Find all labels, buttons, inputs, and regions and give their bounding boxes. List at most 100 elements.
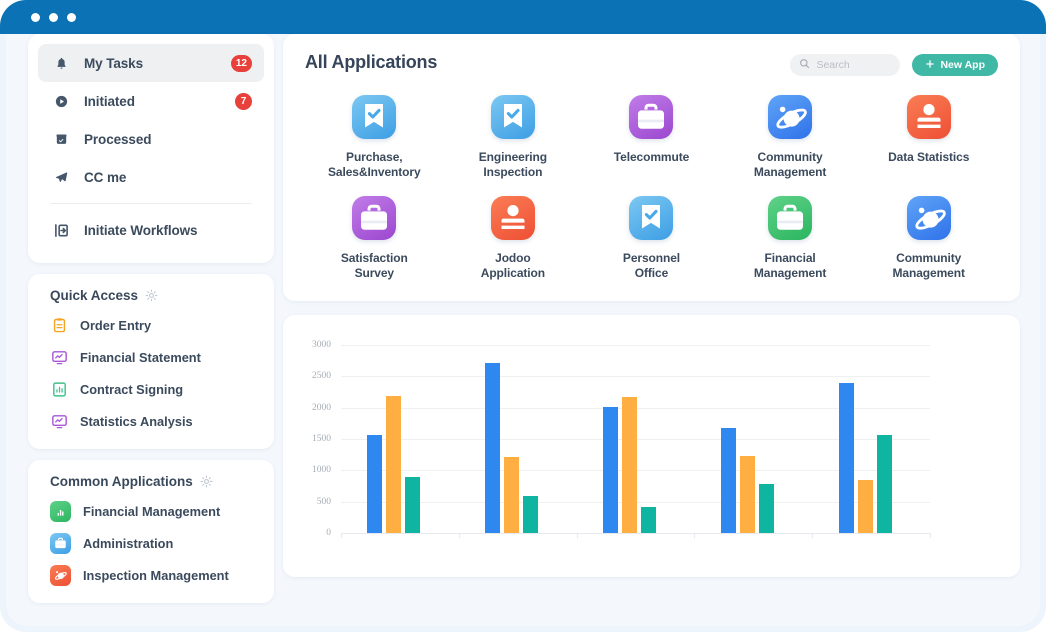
gear-icon[interactable] [145,289,158,302]
search-icon [799,56,810,74]
app-tile-label: SatisfactionSurvey [341,251,408,281]
sidebar-item-label: Processed [84,132,151,147]
quick-access-item-contract-signing[interactable]: Contract Signing [38,373,264,405]
chart-bar [367,435,382,533]
window-controls [31,13,76,22]
window-dot-maximize[interactable] [67,13,76,22]
quick-access-item-statistics-analysis[interactable]: Statistics Analysis [38,405,264,437]
chart-y-tick-label: 500 [317,497,331,507]
sidebar-item-label: My Tasks [84,56,143,71]
common-applications-list: Financial Management Administration Inspec… [38,495,264,591]
quick-access-item-label: Statistics Analysis [80,414,193,429]
sidebar-item-processed[interactable]: Processed [38,120,264,158]
app-tile-label: CommunityManagement [754,150,826,180]
common-application-item-inspection-management[interactable]: Inspection Management [38,559,264,591]
app-viewport: My Tasks 12 Initiated7 Processed CC me Initi… [6,34,1040,626]
play-icon [50,94,72,109]
app-tile-engineering-inspection[interactable]: EngineeringInspection [444,95,583,180]
new-app-button[interactable]: New App [912,54,998,76]
quick-access-item-label: Financial Statement [80,350,201,365]
planet-icon [907,196,951,240]
app-tile-community-management[interactable]: CommunityManagement [859,196,998,281]
monitor-chart-icon [50,412,68,430]
chart-x-tick [577,533,578,538]
window-dot-close[interactable] [31,13,40,22]
sidebar-item-initiate-workflows[interactable]: Initiate Workflows [38,211,264,249]
quick-access-title: Quick Access [50,288,138,303]
bar-chart-icon [50,501,71,522]
applications-grid: Purchase,Sales&Inventory EngineeringInspe… [305,95,998,281]
chart-x-tick [812,533,813,538]
chart-bar [740,456,755,533]
chart-y-tick-label: 1500 [312,434,331,444]
app-tile-personnel-office[interactable]: PersonnelOffice [582,196,721,281]
planet-icon [768,95,812,139]
main-content: All Applications Search [283,34,1020,577]
app-tile-label: JodooApplication [481,251,545,281]
bell-icon [50,56,72,71]
sidebar-nav-card: My Tasks 12 Initiated7 Processed CC me Initi… [28,34,274,263]
app-tile-satisfaction-survey[interactable]: SatisfactionSurvey [305,196,444,281]
app-tile-community-management[interactable]: CommunityManagement [721,95,860,180]
window-dot-minimize[interactable] [49,13,58,22]
status-badge: 12 [231,55,252,72]
common-application-item-administration[interactable]: Administration [38,527,264,559]
report-icon [50,380,68,398]
new-app-label: New App [940,59,985,71]
app-tile-label: EngineeringInspection [479,150,547,180]
chart-bar [839,383,854,533]
bar-chart: 050010001500200025003000 [283,315,1020,577]
check-ribbon-icon [629,196,673,240]
chart-bar [504,457,519,533]
chart-bar [858,480,873,533]
monitor-chart-icon [50,348,68,366]
chart-bar [622,397,637,533]
all-applications-panel: All Applications Search [283,34,1020,301]
quick-access-list: Order Entry Financial Statement Contract S… [38,309,264,437]
common-application-item-label: Inspection Management [83,568,229,583]
planet-icon [50,565,71,586]
app-tile-label: Purchase,Sales&Inventory [328,150,421,180]
statistics-chart-panel: 050010001500200025003000 [283,315,1020,577]
briefcase-icon [352,196,396,240]
sidebar-item-cc-me[interactable]: CC me [38,158,264,196]
app-tile-telecommute[interactable]: Telecommute [582,95,721,180]
app-tile-label: Data Statistics [888,150,969,165]
chart-x-tick [341,533,342,538]
gear-icon[interactable] [200,475,213,488]
enter-box-icon [50,223,72,238]
app-tile-label: PersonnelOffice [623,251,680,281]
common-application-item-label: Financial Management [83,504,220,519]
app-tile-jodoo-application[interactable]: JodooApplication [444,196,583,281]
app-tile-financial-management[interactable]: FinancialManagement [721,196,860,281]
search-input[interactable]: Search [790,54,900,76]
app-window: My Tasks 12 Initiated7 Processed CC me Initi… [0,0,1046,632]
inbox-check-icon [50,132,72,147]
chart-y-tick-label: 2000 [312,403,331,413]
app-tile-purchase-sales-inventory[interactable]: Purchase,Sales&Inventory [305,95,444,180]
check-ribbon-icon [352,95,396,139]
clipboard-icon [50,316,68,334]
quick-access-item-label: Contract Signing [80,382,183,397]
chart-bar [877,435,892,533]
chart-bar [386,396,401,533]
window-titlebar [0,0,1046,34]
quick-access-item-order-entry[interactable]: Order Entry [38,309,264,341]
stamp-icon [907,95,951,139]
app-tile-data-statistics[interactable]: Data Statistics [859,95,998,180]
quick-access-item-label: Order Entry [80,318,151,333]
quick-access-item-financial-statement[interactable]: Financial Statement [38,341,264,373]
app-tile-label: FinancialManagement [754,251,826,281]
chart-x-tick [694,533,695,538]
chart-y-tick-label: 2500 [312,371,331,381]
quick-access-card: Quick Access Order Entry Financial Statem… [28,274,274,449]
chart-bar [603,407,618,533]
search-placeholder: Search [816,59,849,71]
sidebar: My Tasks 12 Initiated7 Processed CC me Initi… [28,34,274,603]
sidebar-item-initiated[interactable]: Initiated7 [38,82,264,120]
sidebar-item-my-tasks[interactable]: My Tasks 12 [38,44,264,82]
app-tile-label: CommunityManagement [893,251,965,281]
paper-plane-icon [50,170,72,185]
common-application-item-financial-management[interactable]: Financial Management [38,495,264,527]
status-badge: 7 [235,93,252,110]
